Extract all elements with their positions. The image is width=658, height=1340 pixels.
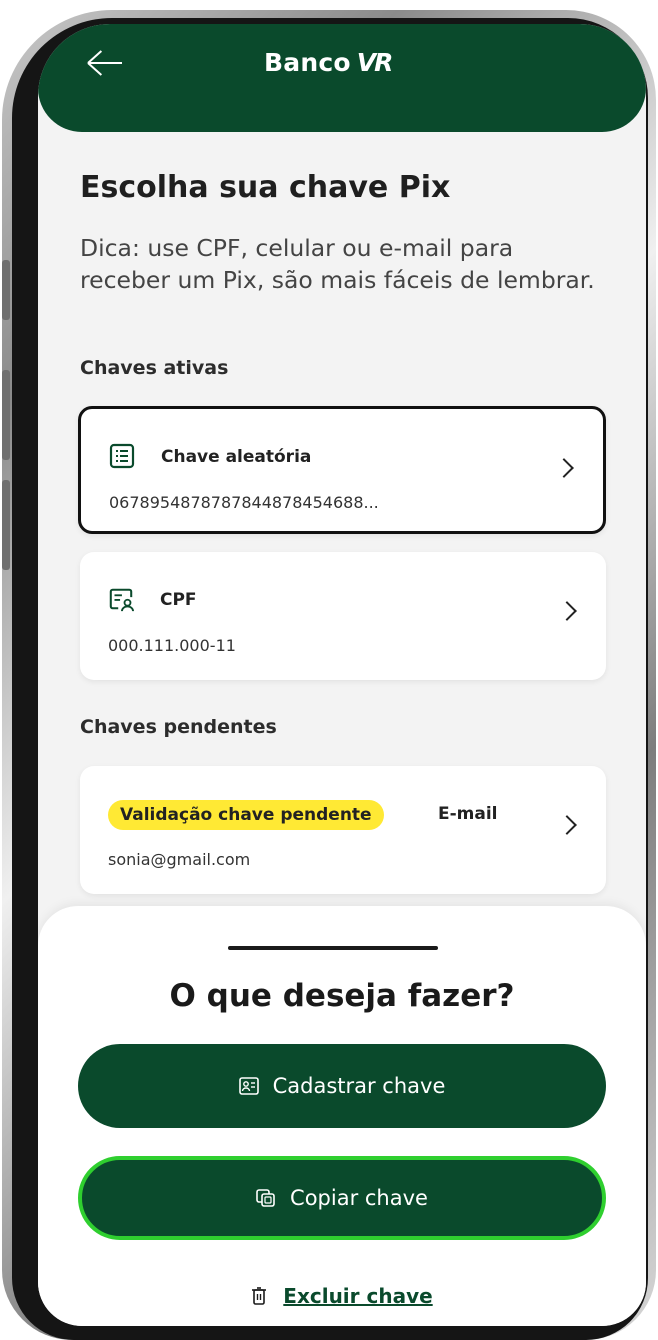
key-card-email-pending[interactable]: Validação chave pendente E-mail sonia@gm… (80, 766, 606, 894)
copy-key-label: Copiar chave (290, 1186, 428, 1210)
pending-status-badge: Validação chave pendente (108, 800, 384, 830)
back-arrow-icon[interactable] (86, 46, 126, 80)
cpf-id-icon (109, 588, 134, 612)
key-card-type: E-mail (438, 804, 498, 824)
key-card-title: CPF (160, 590, 197, 610)
chevron-right-icon (554, 458, 574, 478)
delete-key-link[interactable]: Excluir chave (38, 1284, 646, 1308)
phone-side-button (2, 480, 10, 570)
copy-icon (256, 1189, 275, 1207)
register-key-button[interactable]: Cadastrar chave (78, 1044, 606, 1128)
page-title: Escolha sua chave Pix (80, 170, 451, 205)
key-card-value: 0678954878787844878454688... (109, 493, 379, 512)
copy-key-button[interactable]: Copiar chave (78, 1156, 606, 1240)
phone-side-button (2, 370, 10, 460)
key-card-value: sonia@gmail.com (108, 850, 251, 869)
delete-key-label: Excluir chave (283, 1284, 433, 1308)
phone-side-button (2, 260, 10, 320)
brand-name: Banco (264, 48, 351, 77)
action-bottom-sheet: O que deseja fazer? Cadastrar chave Copi… (38, 906, 646, 1326)
brand-title: Banco VR (264, 48, 394, 77)
page-tip: Dica: use CPF, celular ou e-mail para re… (80, 234, 595, 294)
key-card-value: 000.111.000-11 (108, 636, 236, 655)
trash-icon (252, 1287, 267, 1305)
app-screen: Banco VR Escolha sua chave Pix Dica: use … (38, 24, 646, 1326)
register-key-label: Cadastrar chave (272, 1074, 446, 1098)
key-card-title: Chave aleatória (161, 447, 312, 467)
section-label-pending: Chaves pendentes (80, 716, 277, 738)
id-card-icon (238, 1077, 259, 1095)
chevron-right-icon (557, 815, 577, 835)
sheet-drag-handle[interactable] (228, 946, 438, 950)
key-card-cpf[interactable]: CPF 000.111.000-11 (80, 552, 606, 680)
section-label-active: Chaves ativas (80, 357, 229, 379)
sheet-title: O que deseja fazer? (169, 978, 515, 1014)
random-key-icon (109, 443, 135, 469)
brand-logo: VR (356, 48, 394, 77)
app-header: Banco VR (38, 24, 646, 132)
chevron-right-icon (557, 601, 577, 621)
key-card-random[interactable]: Chave aleatória 067895487878784487845468… (78, 406, 606, 534)
